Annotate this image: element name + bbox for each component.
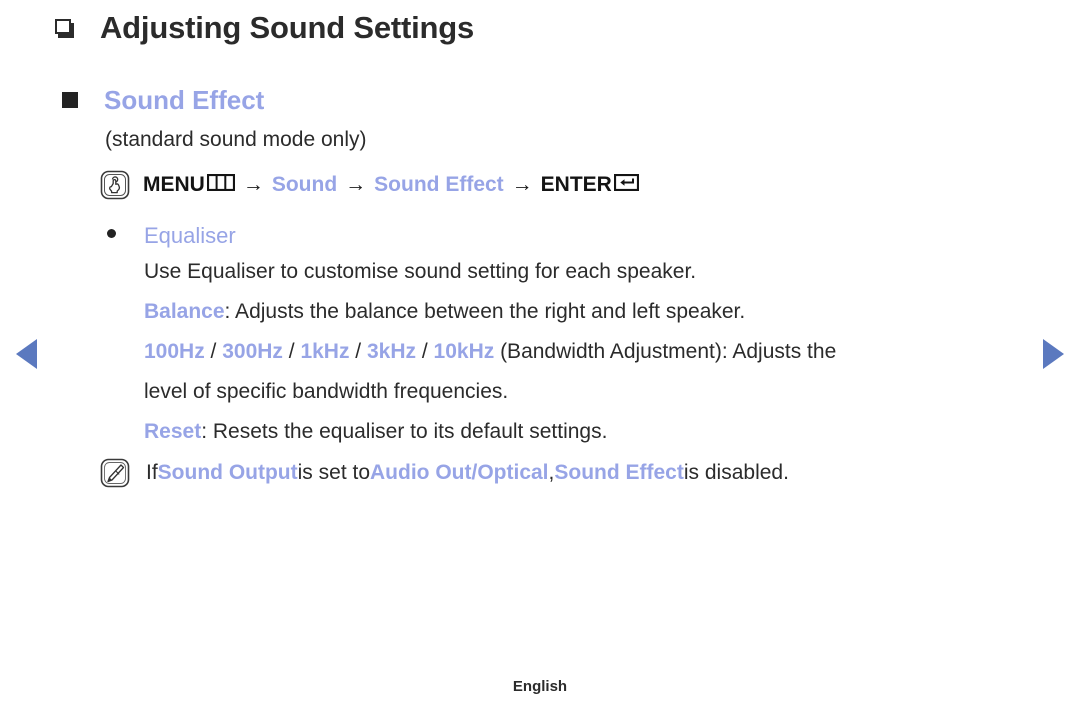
note-term-sound-output: Sound Output — [157, 461, 298, 484]
freq-sep-3: / — [349, 340, 367, 363]
menu-arrow-1: → — [242, 173, 264, 196]
detail-line-1: Use Equaliser to customise sound setting… — [144, 260, 697, 283]
enter-label: ENTER — [540, 173, 612, 196]
detail-line-5: Reset: Resets the equaliser to its defau… — [144, 412, 1027, 452]
detail-line-5-rest: : Resets the equaliser to its default se… — [201, 420, 608, 443]
freq-sep-2: / — [282, 340, 301, 363]
footer-language: English — [512, 678, 568, 695]
menu-arrow-2: → — [345, 173, 367, 196]
note-term-sound-effect: Sound Effect — [554, 461, 684, 484]
term-reset: Reset — [144, 420, 202, 443]
detail-heading-row: Equaliser — [107, 220, 1027, 252]
detail-line-3-rest: (Bandwidth Adjustment): Adjusts the — [494, 340, 837, 363]
note-suffix: is disabled. — [683, 461, 789, 484]
freq-3khz: 3kHz — [366, 340, 417, 363]
note-prefix: If — [146, 461, 158, 484]
freq-1khz: 1kHz — [300, 340, 350, 363]
term-balance: Balance — [144, 300, 225, 323]
hollow-square-bullet-icon — [55, 18, 74, 38]
section-heading-row: Sound Effect — [62, 84, 264, 116]
equaliser-detail-block: Equaliser Use Equaliser to customise sou… — [107, 220, 1027, 452]
detail-line-2: Balance: Adjusts the balance between the… — [144, 292, 1027, 332]
note-pencil-icon — [100, 458, 130, 488]
round-dot-bullet-icon — [107, 229, 116, 238]
manual-page: Adjusting Sound Settings Sound Effect (s… — [0, 0, 1080, 705]
menu-path-row: MENU → Sound → Sound Effect → ENTER — [100, 170, 639, 200]
freq-sep-1: / — [204, 340, 223, 363]
page-title-row: Adjusting Sound Settings — [55, 8, 474, 48]
filled-square-bullet-icon — [62, 92, 78, 108]
freq-300hz: 300Hz — [222, 340, 283, 363]
hand-press-icon — [100, 170, 130, 200]
menu-arrow-3: → — [511, 173, 533, 196]
detail-line-2-rest: : Adjusts the balance between the right … — [224, 300, 746, 323]
menu-step-sound-effect: Sound Effect — [374, 173, 504, 196]
detail-line-4: level of specific bandwidth frequencies. — [144, 380, 509, 403]
freq-sep-4: / — [416, 340, 434, 363]
menu-step-sound: Sound — [271, 173, 338, 196]
note-middle-1: is set to — [297, 461, 371, 484]
detail-heading: Equaliser — [144, 223, 236, 248]
menu-label: MENU — [143, 173, 205, 196]
section-heading: Sound Effect — [104, 85, 265, 115]
freq-10khz: 10kHz — [433, 340, 495, 363]
section-subnote: (standard sound mode only) — [105, 128, 367, 151]
note-term-audio-out-optical: Audio Out/Optical — [370, 461, 549, 484]
page-title: Adjusting Sound Settings — [100, 10, 475, 45]
previous-page-arrow-icon[interactable] — [16, 339, 37, 369]
next-page-arrow-icon[interactable] — [1043, 339, 1064, 369]
menu-grid-icon — [206, 171, 235, 199]
freq-100hz: 100Hz — [144, 340, 205, 363]
note-row: If Sound Output is set to Audio Out/Opti… — [100, 458, 789, 488]
enter-return-icon — [613, 171, 639, 199]
detail-line-3: 100Hz / 300Hz / 1kHz / 3kHz / 10kHz (Ban… — [144, 332, 1027, 372]
